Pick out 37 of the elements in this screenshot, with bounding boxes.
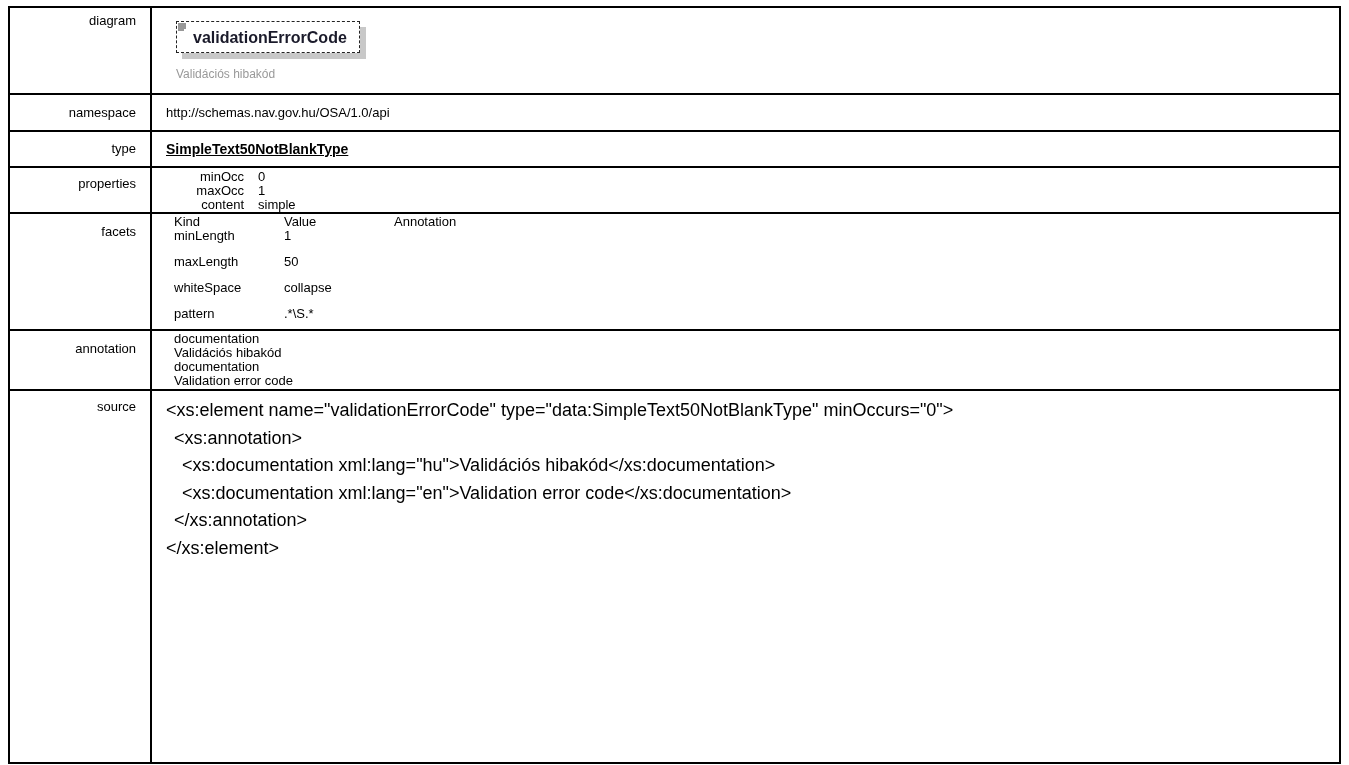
annotation-line: documentation [174,360,260,374]
column-header: Kind [174,215,202,229]
facet-value: 50 [284,253,300,269]
property-value: simple [258,198,297,212]
facet-kind: maxLength [174,253,240,269]
annotation-line: Validation error code [174,374,293,388]
property-value: 1 [258,184,267,198]
code-line: </xs:annotation> [174,509,309,532]
annotation-line: documentation [174,332,260,346]
facet-value: collapse [284,279,333,295]
row-label: namespace [68,105,136,120]
facet-kind: whiteSpace [174,279,243,295]
facet-value: 1 [284,229,293,243]
property-name: content [200,198,244,212]
property-name: minOcc [198,170,244,184]
column-header: Annotation [394,215,458,229]
type-link[interactable]: SimpleText50NotBlankType [166,141,349,157]
code-line: <xs:documentation xml:lang="hu">Validációs hibakód</xs:documentation> [182,454,777,477]
code-line: <xs:annotation> [174,426,304,450]
namespace-value: http://schemas.nav.gov.hu/OSA/1.0/api [166,105,390,120]
column-header: Value [284,215,318,229]
row-label: annotation [75,341,136,356]
row-label: facets [101,224,136,239]
property-name: maxOcc [195,184,244,198]
property-value: 0 [258,170,267,184]
row-label: source [96,399,136,414]
row-label: diagram [89,13,136,28]
code-line: </xs:element> [166,536,281,560]
element-caption: Validációs hibakód [176,67,276,81]
facet-value: .*\S.* [284,305,315,321]
annotation-line: Validációs hibakód [174,346,282,360]
facet-kind: pattern [174,305,216,321]
row-label: type [111,141,136,156]
row-label: properties [78,176,136,191]
facet-kind: minLength [174,229,236,243]
code-line: <xs:element name="validationErrorCode" type="data:SimpleText50NotBlankType" minOccurs="0"> [166,399,955,422]
code-line: <xs:documentation xml:lang="en">Validation error code</xs:documentation> [182,481,793,505]
